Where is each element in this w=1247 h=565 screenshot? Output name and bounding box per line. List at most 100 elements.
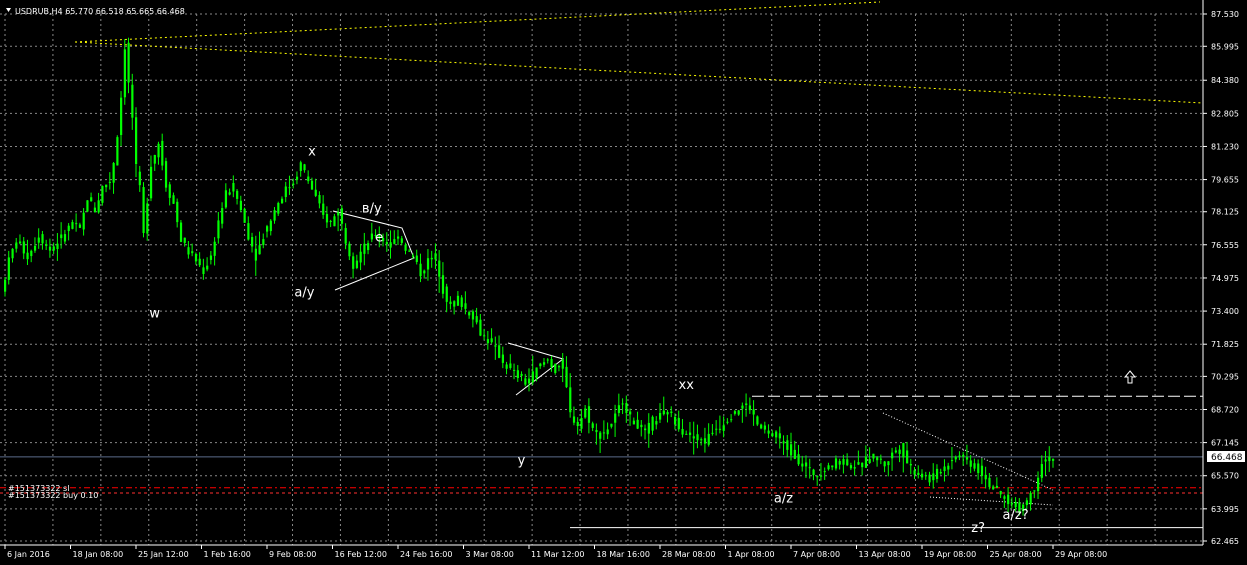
candle-body: [82, 212, 85, 230]
candle-body: [760, 424, 763, 429]
price-tick-label: 70.295: [1211, 372, 1239, 381]
candle-body: [614, 413, 617, 423]
candle-body: [93, 207, 97, 213]
candle-body: [763, 425, 766, 430]
candle-body: [127, 42, 130, 83]
candle-body: [872, 453, 875, 459]
candle-body: [198, 258, 201, 266]
candle-body: [400, 238, 403, 243]
candle-body: [535, 367, 538, 379]
candle-body: [752, 409, 755, 415]
candle-body: [786, 440, 789, 450]
candle-body: [415, 255, 418, 262]
candle-body: [408, 250, 411, 252]
candle-body: [352, 256, 355, 269]
candle-body: [647, 422, 650, 434]
candle-body: [853, 467, 856, 469]
candle-body: [771, 433, 774, 437]
candle-body: [213, 241, 216, 256]
candle-body: [232, 183, 235, 192]
candle-body: [644, 428, 647, 431]
candle-body: [434, 253, 437, 260]
candle-body: [423, 270, 426, 274]
candle-body: [550, 359, 553, 367]
candle-body: [120, 97, 123, 135]
time-tick-label: 3 Mar 08:00: [466, 550, 514, 559]
candle-body: [90, 197, 93, 202]
candle-body: [688, 432, 692, 435]
time-tick-label: 9 Feb 08:00: [269, 550, 316, 559]
candle-body: [520, 373, 523, 376]
candle-body: [554, 363, 557, 373]
candle-body: [831, 465, 834, 468]
price-tick-label: 71.825: [1211, 340, 1239, 349]
candle-body: [389, 242, 392, 248]
candle-body: [52, 246, 55, 251]
candle-body: [782, 441, 785, 444]
candle-body: [1048, 456, 1051, 462]
wave-label: w: [149, 306, 160, 321]
wave-label: xx: [679, 378, 695, 393]
time-tick-label: 19 Apr 08:00: [924, 550, 976, 559]
wave-label: a/y: [294, 285, 314, 300]
wave-label: x: [308, 145, 316, 160]
candle-body: [703, 438, 707, 444]
candle-body: [108, 181, 111, 183]
candle-body: [584, 408, 587, 418]
chart-background: [0, 0, 1247, 565]
candle-body: [1003, 496, 1006, 499]
candle-body: [602, 432, 606, 434]
candle-body: [992, 486, 995, 490]
candle-body: [460, 297, 463, 307]
candle-body: [995, 485, 999, 488]
candle-body: [78, 224, 82, 228]
candle-body: [999, 491, 1002, 495]
candle-body: [438, 260, 441, 277]
candle-body: [247, 223, 250, 240]
candle-body: [251, 237, 254, 247]
candle-body: [864, 456, 868, 468]
candle-body: [1052, 459, 1055, 461]
candle-body: [112, 162, 115, 183]
candle-body: [299, 162, 302, 172]
candle-body: [722, 425, 725, 431]
price-tick-label: 76.555: [1211, 241, 1239, 250]
candle-body: [329, 220, 332, 222]
candle-body: [599, 432, 602, 439]
wave-label: a/z?: [1003, 508, 1029, 523]
candle-body: [18, 241, 22, 244]
candle-body: [273, 210, 276, 221]
candle-body: [984, 474, 987, 480]
candle-body: [906, 450, 909, 464]
candle-body: [337, 212, 340, 216]
candle-body: [411, 255, 415, 257]
chart-canvas[interactable]: x w в/у e a/y y xx a/z a/z? z? 87.530 85.995 84.380…: [0, 0, 1247, 565]
candle-body: [524, 378, 527, 385]
candle-body: [528, 378, 531, 384]
candle-body: [902, 443, 905, 458]
candle-body: [333, 216, 336, 227]
candle-body: [75, 223, 78, 225]
candle-body: [322, 203, 325, 215]
candle-body: [318, 195, 321, 204]
candle-body: [505, 364, 508, 369]
candle-body: [367, 243, 370, 251]
candle-body: [254, 248, 257, 261]
candle-body: [206, 265, 209, 270]
time-tick-label: 16 Feb 12:00: [335, 550, 387, 559]
candle-body: [456, 295, 460, 306]
wave-label: z?: [971, 521, 985, 536]
candle-body: [595, 429, 598, 433]
candle-body: [385, 242, 388, 245]
candle-body: [790, 444, 793, 456]
candle-body: [363, 243, 366, 254]
candle-body: [569, 387, 572, 413]
candle-body: [666, 412, 669, 415]
candle-body: [262, 239, 265, 245]
candle-body: [621, 403, 624, 405]
current-price-value: 66.468: [1211, 453, 1243, 463]
candle-body: [898, 449, 901, 454]
candle-body: [187, 247, 190, 255]
candle-body: [921, 473, 924, 478]
candle-body: [730, 419, 733, 421]
